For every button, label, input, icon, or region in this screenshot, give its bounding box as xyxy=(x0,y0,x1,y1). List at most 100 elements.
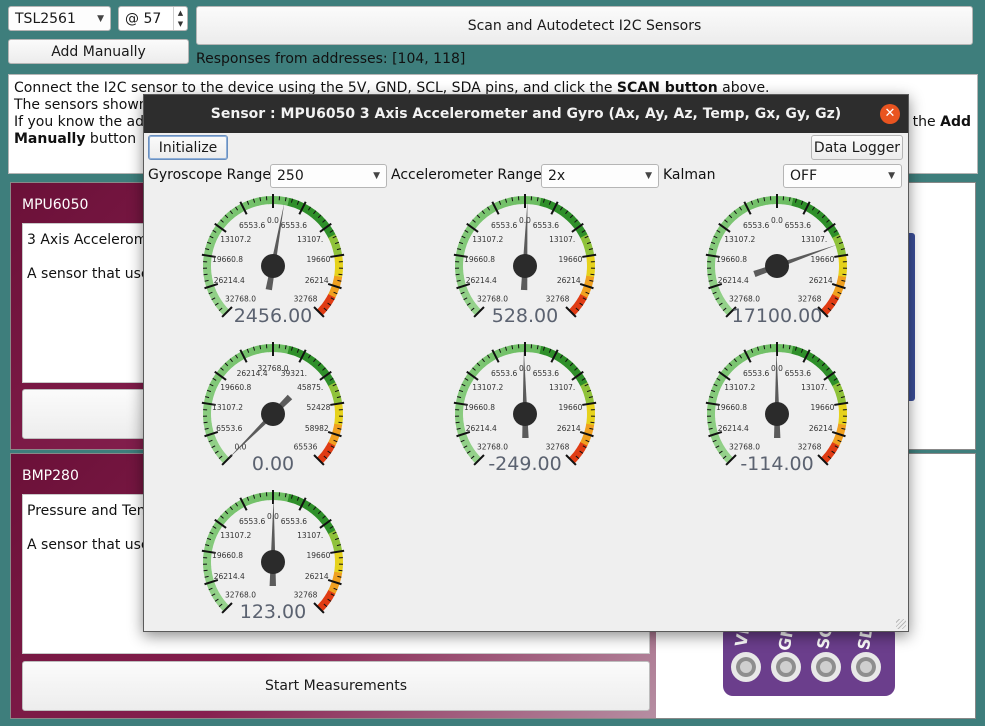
gauge-tick-label: 6553.6 xyxy=(533,221,559,230)
gyro-range-label: Gyroscope Range xyxy=(148,167,272,183)
resize-grip-icon[interactable] xyxy=(896,619,906,629)
gauge-tick-label: 13107. xyxy=(549,235,575,244)
gauge-tick-label: 26214 xyxy=(305,572,329,581)
gauge-tick-label: 26214 xyxy=(809,424,833,433)
gauge-tick-label: 58982 xyxy=(305,424,329,433)
gauge-tick-label: 32768.0 xyxy=(729,295,760,304)
initialize-button[interactable]: Initialize xyxy=(148,135,228,160)
gauge-value: 123.00 xyxy=(239,601,307,623)
pin-hole-icon xyxy=(771,652,801,682)
gauge-tick-label: 26214.4 xyxy=(214,572,245,581)
gauge-tick-label: 19660 xyxy=(307,551,331,560)
kalman-select[interactable]: OFF ▼ xyxy=(783,164,902,188)
gauge-tick xyxy=(590,421,595,424)
pin-hole-icon xyxy=(851,652,881,682)
data-logger-button[interactable]: Data Logger xyxy=(811,135,903,160)
gauge-tick-label: 19660.8 xyxy=(212,255,243,264)
gyro-range-select[interactable]: 250 ▼ xyxy=(270,164,387,188)
kalman-value: OFF xyxy=(790,168,818,184)
gauge-tick-label: 19660 xyxy=(559,255,583,264)
gauge-tick-label: 26214.4 xyxy=(466,276,497,285)
gauge-tick-label: 26214 xyxy=(809,276,833,285)
gauge-tick xyxy=(842,273,847,276)
gauge-tick-label: 6553.6 xyxy=(533,369,559,378)
gauge-tick-label: 32768 xyxy=(798,443,822,452)
gauge-tick xyxy=(590,273,595,276)
gauge-tick-label: 6553.6 xyxy=(239,517,265,526)
chevron-down-icon: ▼ xyxy=(888,171,895,181)
gauge-tick-label: 13107.2 xyxy=(212,403,243,412)
gauge-hub xyxy=(765,402,789,426)
gauge-value: 2456.00 xyxy=(233,305,313,327)
gauge-tick xyxy=(203,273,208,276)
sensor-breakout-image: VI GN SC SD xyxy=(723,623,895,696)
gauge-hub xyxy=(261,402,285,426)
gauge-tick-label: 13107.2 xyxy=(724,235,755,244)
card-title: BMP280 xyxy=(22,468,79,484)
gauge-7: 32768.026214.419660.813107.26553.60.0655… xyxy=(198,487,348,627)
pin-hole-icon xyxy=(811,652,841,682)
gauge-tick-label: 32768.0 xyxy=(477,295,508,304)
spin-arrows-icon[interactable]: ▲ ▼ xyxy=(173,7,187,30)
gauge-5: 32768.0 26214.4 19660.8 13107.2 6553.6 0.0 655… xyxy=(450,339,600,479)
gauge-4: 0.06553.613107.219660.826214.432768.0393… xyxy=(198,339,348,479)
gauge-tick xyxy=(338,273,343,276)
gauge-tick xyxy=(707,421,712,424)
gauge-tick-label: 13107. xyxy=(297,235,323,244)
pin-hole-icon xyxy=(731,652,761,682)
gauge-value: 0.00 xyxy=(251,453,295,475)
gauge-tick-label: 19660.8 xyxy=(220,383,251,392)
gauge-tick xyxy=(455,421,460,424)
gauge-tick-label: 39321. xyxy=(281,369,307,378)
gauge-tick-label: 0.0 xyxy=(519,364,531,373)
instr-line4-bold: Manually xyxy=(14,131,86,147)
gauge-tick-label: 6553.6 xyxy=(281,221,307,230)
gauge-tick-label: 32768 xyxy=(546,295,570,304)
gauge-tick-label: 13107.2 xyxy=(220,531,251,540)
gauge-tick-label: 19660 xyxy=(811,255,835,264)
add-manually-button[interactable]: Add Manually xyxy=(8,39,189,64)
gauge-tick-label: 13107. xyxy=(801,383,827,392)
instr-line3-end: the xyxy=(912,114,936,130)
gauge-tick-label: 19660.8 xyxy=(212,551,243,560)
start-measurements-button[interactable]: Start Measurements xyxy=(22,661,650,711)
sensor-select-value: TSL2561 xyxy=(15,10,76,27)
gauge-tick-label: 6553.6 xyxy=(216,424,242,433)
chevron-down-icon: ▼ xyxy=(373,171,380,181)
chevron-down-icon: ▼ xyxy=(97,13,104,24)
instr-line4-post: button xyxy=(85,131,137,147)
address-spinbox[interactable]: @ 57 ▲ ▼ xyxy=(118,6,188,31)
gauge-tick-label: 0.0 xyxy=(771,216,783,225)
gauge-value: -114.00 xyxy=(740,453,814,475)
dialog-title: Sensor : MPU6050 3 Axis Accelerometer an… xyxy=(210,106,842,122)
sensor-dialog: Sensor : MPU6050 3 Axis Accelerometer an… xyxy=(143,94,909,632)
gauge-tick-label: 19660 xyxy=(307,255,331,264)
gauge-tick-label: 26214.4 xyxy=(718,424,749,433)
gauge-tick-label: 32768.0 xyxy=(729,443,760,452)
dialog-titlebar[interactable]: Sensor : MPU6050 3 Axis Accelerometer an… xyxy=(144,95,908,133)
gauge-tick-label: 32768.0 xyxy=(225,295,256,304)
gauge-tick-label: 19660.8 xyxy=(464,403,495,412)
gauge-6: 32768.026214.419660.813107.26553.60.0655… xyxy=(702,339,852,479)
gauge-tick-label: 32768 xyxy=(294,591,318,600)
scan-button[interactable]: Scan and Autodetect I2C Sensors xyxy=(196,6,973,45)
gauge-tick-label: 32768.0 xyxy=(477,443,508,452)
gauge-tick-label: 6553.6 xyxy=(281,517,307,526)
gauge-tick-label: 13107. xyxy=(549,383,575,392)
gauge-tick-label: 13107.2 xyxy=(472,383,503,392)
gauge-3: 32768.0 26214.4 19660.8 13107.2 6553.6 0.0 655… xyxy=(702,191,852,331)
address-value: @ 57 xyxy=(125,10,162,27)
gauge-hub xyxy=(513,254,537,278)
gauge-tick-label: 26214.4 xyxy=(466,424,497,433)
gauge-tick-label: 13107. xyxy=(297,531,323,540)
gauge-tick xyxy=(203,569,208,572)
gauge-value: -249.00 xyxy=(488,453,562,475)
gauge-tick-label: 13107.2 xyxy=(220,235,251,244)
gauge-tick xyxy=(842,421,847,424)
gauge-tick-label: 26214.4 xyxy=(718,276,749,285)
gauge-hub xyxy=(261,254,285,278)
accel-range-select[interactable]: 2x ▼ xyxy=(541,164,659,188)
close-icon[interactable]: ✕ xyxy=(880,104,900,124)
gauge-tick-label: 65536 xyxy=(294,443,318,452)
sensor-select[interactable]: TSL2561 ▼ xyxy=(8,6,111,31)
